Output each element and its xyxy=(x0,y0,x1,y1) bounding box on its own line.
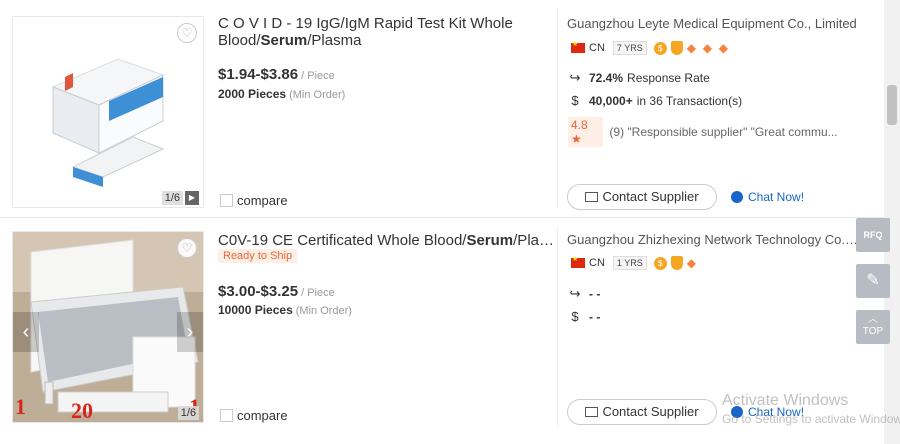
country-code: CN xyxy=(589,42,605,54)
title-text-tail: /Plasma xyxy=(307,32,362,49)
price-range: $1.94-$3.86/ Piece xyxy=(218,66,335,83)
transactions: $ 40,000+ in 36 Transaction(s) xyxy=(568,93,742,108)
contact-supplier-button[interactable]: Contact Supplier xyxy=(567,184,717,210)
trade-assurance-coin-icon: $ xyxy=(653,256,667,270)
product-title[interactable]: C O V I D - 19 IgG/IgM Rapid Test Kit Wh… xyxy=(218,15,518,49)
moq-label: (Min Order) xyxy=(295,305,352,317)
supplier-badges: CN 7 YRS $ ◆ ◆ ◆ xyxy=(571,40,731,56)
response-rate-value: 72.4% xyxy=(589,71,624,85)
review-snippet: (9) "Responsible supplier" "Great commu.… xyxy=(609,125,838,139)
moq-value: 2000 Pieces xyxy=(218,87,287,101)
compare-checkbox[interactable]: compare xyxy=(220,408,288,423)
supplier-name-link[interactable]: Guangzhou Leyte Medical Equipment Co., L… xyxy=(567,16,867,31)
years-badge: 1 YRS xyxy=(612,256,647,270)
compare-label: compare xyxy=(237,408,288,423)
response-rate: ↪ 72.4% Response Rate xyxy=(568,70,710,86)
image-pager: 1/6 xyxy=(161,191,183,205)
favorite-heart-icon[interactable]: ♡ xyxy=(177,238,197,258)
scrollbar-thumb[interactable] xyxy=(887,85,897,125)
search-results-page: ♡ 1/6 ▶ C O V I D - 19 IgG/IgM Rapid Tes… xyxy=(0,0,900,444)
favorite-heart-icon[interactable]: ♡ xyxy=(177,23,197,43)
china-flag-icon xyxy=(571,40,585,53)
dollar-icon: $ xyxy=(571,309,579,324)
product-card: ♡ 1/6 ▶ C O V I D - 19 IgG/IgM Rapid Tes… xyxy=(0,0,884,218)
price-unit: / Piece xyxy=(301,287,335,299)
transactions: $ - - xyxy=(568,309,604,324)
supplier-name-link[interactable]: Guangzhou Zhizhexing Network Technology … xyxy=(567,232,859,247)
price-value: $1.94-$3.86 xyxy=(218,66,299,83)
top-label: TOP xyxy=(862,326,884,337)
feedback-edit-icon[interactable]: ✎ xyxy=(856,264,890,298)
next-image-arrow[interactable]: › xyxy=(177,312,203,352)
rfq-button[interactable]: RFQ xyxy=(856,218,890,252)
image-number-label: 20 xyxy=(71,398,93,423)
transactions-amount: - - xyxy=(589,309,601,324)
rating-row[interactable]: 4.8 ★ (9) "Responsible supplier" "Great … xyxy=(568,117,887,147)
diamond-icon: ◆ xyxy=(702,40,712,55)
trade-assurance-coin-icon: $ xyxy=(653,41,667,55)
price-range: $3.00-$3.25/ Piece xyxy=(218,283,335,300)
contact-supplier-button[interactable]: Contact Supplier xyxy=(567,399,717,425)
title-highlight: Serum xyxy=(466,232,514,249)
dollar-icon: $ xyxy=(571,93,579,108)
response-rate: ↪ - - xyxy=(568,286,604,302)
envelope-icon xyxy=(585,192,599,202)
compare-checkbox[interactable]: compare xyxy=(220,193,288,208)
verified-shield-icon xyxy=(670,41,683,55)
ready-to-ship-badge: Ready to Ship xyxy=(218,249,298,263)
windows-activation-watermark: Activate Windows Go to Settings to activ… xyxy=(722,392,900,426)
response-rate-value: - - xyxy=(589,287,601,301)
chevron-up-icon: ︿ xyxy=(868,314,878,325)
verified-shield-icon xyxy=(670,256,683,270)
diamond-icon: ◆ xyxy=(718,40,728,55)
play-icon[interactable]: ▶ xyxy=(185,191,199,205)
previous-image-arrow[interactable]: ‹ xyxy=(13,312,39,352)
share-arrow-icon: ↪ xyxy=(569,70,581,85)
column-divider xyxy=(557,227,558,427)
contact-label: Contact Supplier xyxy=(602,404,699,419)
half-diamond-icon: ◆ xyxy=(686,255,696,270)
years-badge: 7 YRS xyxy=(612,41,647,55)
chat-now-link[interactable]: Chat Now! xyxy=(731,190,804,204)
rating-value: 4.8 xyxy=(571,118,588,132)
image-pager: 1/6 xyxy=(177,406,199,420)
watermark-subtitle: Go to Settings to activate Windows. xyxy=(722,412,900,426)
test-kit-box-illustration xyxy=(13,17,203,207)
price-unit: / Piece xyxy=(301,70,335,82)
title-text-tail: /Plasm... xyxy=(513,232,558,249)
envelope-icon xyxy=(585,407,599,417)
product-image[interactable]: ♡ ‹ › 1 20 1 1/6 xyxy=(12,231,204,423)
product-image[interactable]: ♡ 1/6 ▶ xyxy=(12,16,204,208)
price-value: $3.00-$3.25 xyxy=(218,283,299,300)
transactions-amount: 40,000+ xyxy=(589,93,633,108)
diamond-icon: ◆ xyxy=(686,40,696,55)
chat-bubble-icon xyxy=(731,191,743,203)
min-order: 2000 Pieces (Min Order) xyxy=(218,87,345,101)
supplier-badges: CN 1 YRS $ ◆ xyxy=(571,255,699,271)
image-number-label: 1 xyxy=(15,394,26,419)
china-flag-icon xyxy=(571,255,585,268)
checkbox-box[interactable] xyxy=(220,409,233,422)
share-arrow-icon: ↪ xyxy=(569,286,581,301)
response-rate-label: Response Rate xyxy=(627,71,710,85)
star-icon: ★ xyxy=(571,132,582,146)
transactions-label: in 36 Transaction(s) xyxy=(636,93,743,108)
checkbox-box[interactable] xyxy=(220,194,233,207)
min-order: 10000 Pieces (Min Order) xyxy=(218,303,352,317)
chat-label: Chat Now! xyxy=(748,190,805,204)
product-title[interactable]: C0V-19 CE Certificated Whole Blood/Serum… xyxy=(218,232,558,249)
watermark-title: Activate Windows xyxy=(722,392,849,409)
back-to-top-button[interactable]: ︿ TOP xyxy=(856,310,890,344)
product-list: ♡ 1/6 ▶ C O V I D - 19 IgG/IgM Rapid Tes… xyxy=(0,0,884,444)
compare-label: compare xyxy=(237,193,288,208)
title-highlight: Serum xyxy=(260,32,308,49)
country-code: CN xyxy=(589,257,605,269)
title-text: C0V-19 CE Certificated Whole Blood/ xyxy=(218,232,467,249)
rating-badge: 4.8 ★ xyxy=(568,117,604,147)
column-divider xyxy=(557,8,558,208)
test-kit-photo-illustration xyxy=(13,232,203,422)
contact-label: Contact Supplier xyxy=(602,189,699,204)
moq-value: 10000 Pieces xyxy=(218,303,293,317)
moq-label: (Min Order) xyxy=(289,89,346,101)
